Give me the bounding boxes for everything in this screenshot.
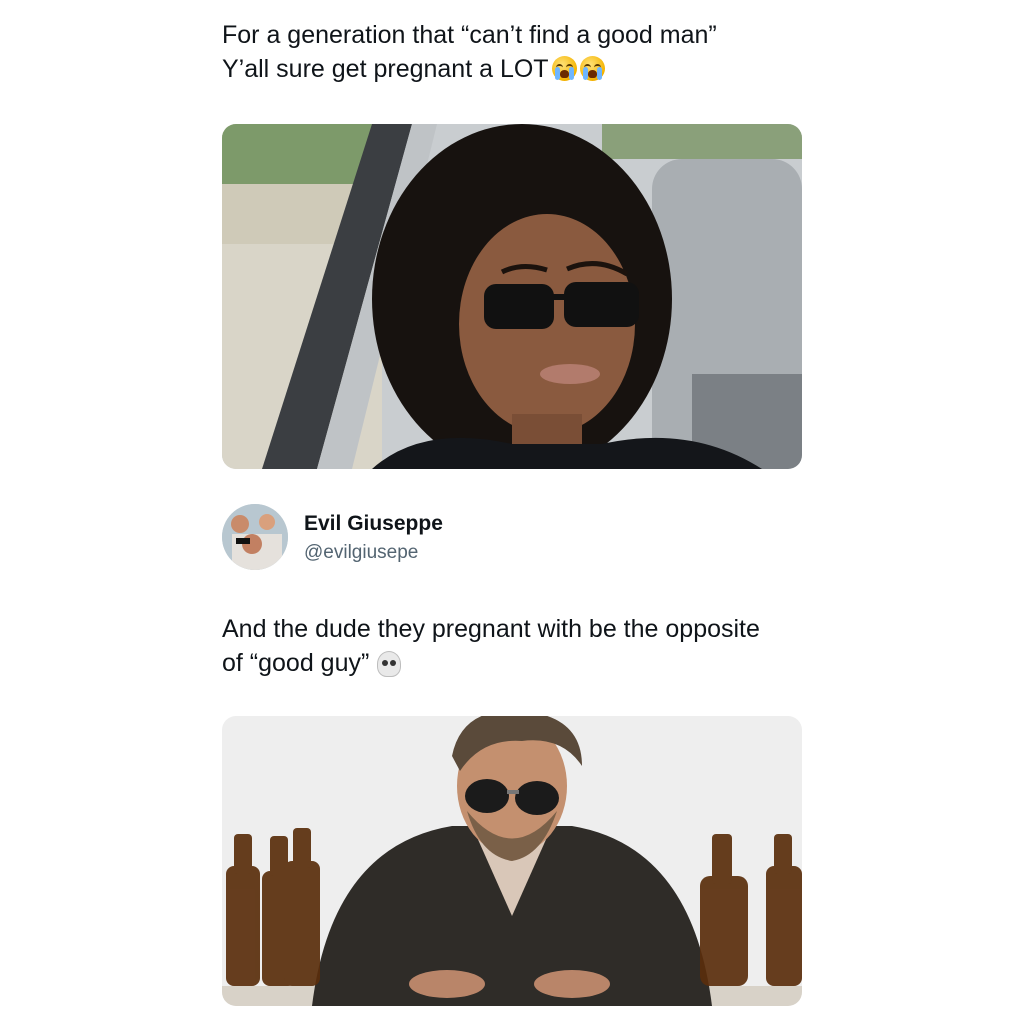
post-text-line-1: For a generation that “can’t find a good… xyxy=(222,21,717,49)
skull-icon xyxy=(377,651,402,677)
avatar[interactable] xyxy=(222,504,288,570)
woman-in-car-illustration xyxy=(222,124,802,469)
avatar-image-icon xyxy=(222,504,288,570)
post-text-line-2-text: Y’all sure get pregnant a LOT xyxy=(222,55,549,83)
display-name[interactable]: Evil Giuseppe xyxy=(304,512,443,536)
reply-text: And the dude they pregnant with be the o… xyxy=(222,612,802,680)
man-with-bottles-illustration xyxy=(222,716,802,1006)
post-image-woman-in-car[interactable] xyxy=(222,124,802,469)
user-handle[interactable]: @evilgiusepe xyxy=(304,542,418,564)
reply-text-line-2: of “good guy” xyxy=(222,646,802,680)
post-image-man-with-bottles[interactable] xyxy=(222,716,802,1006)
post-text-line-2: Y’all sure get pregnant a LOT xyxy=(222,52,802,86)
loudly-crying-face-icon xyxy=(551,56,577,81)
post-text: For a generation that “can’t find a good… xyxy=(222,18,802,86)
reply-text-line-1: And the dude they pregnant with be the o… xyxy=(222,615,760,643)
reply-text-line-2-text: of “good guy” xyxy=(222,649,370,677)
reply-author[interactable]: Evil Giuseppe @evilgiusepe xyxy=(222,502,802,572)
loudly-crying-face-icon xyxy=(579,56,605,81)
